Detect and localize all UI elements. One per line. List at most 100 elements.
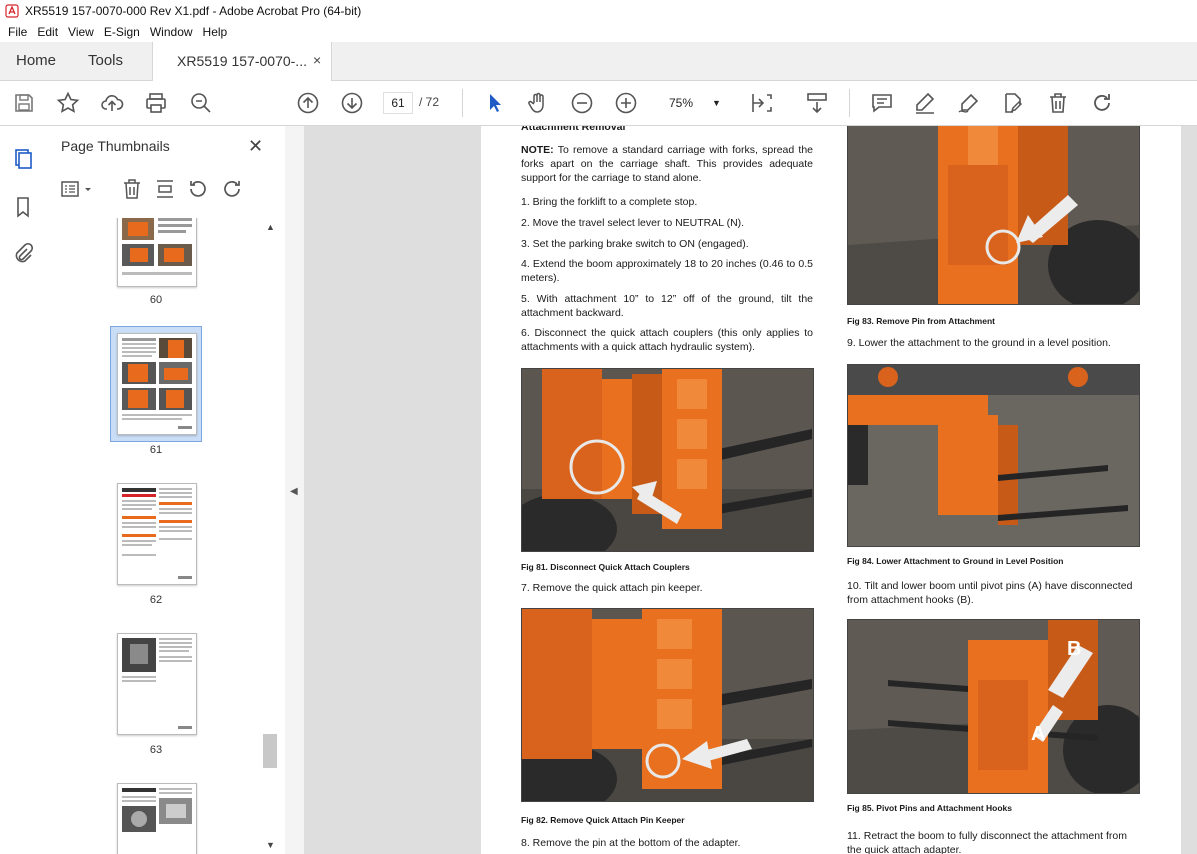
figure-82-caption: Fig 82. Remove Quick Attach Pin Keeper bbox=[521, 815, 685, 825]
pdf-page: Attachment Removal NOTE: To remove a sta… bbox=[481, 126, 1181, 854]
thumbnail-preview bbox=[122, 338, 192, 429]
thumbnail-label: 61 bbox=[149, 444, 163, 456]
thumbnail-label: 62 bbox=[149, 594, 163, 606]
rotate-counterclockwise-icon[interactable] bbox=[187, 178, 209, 200]
note-label: NOTE: bbox=[521, 144, 554, 156]
figure-83-caption: Fig 83. Remove Pin from Attachment bbox=[847, 316, 995, 326]
page-total: / 72 bbox=[419, 95, 440, 109]
previous-page-icon[interactable] bbox=[296, 91, 320, 115]
comment-icon[interactable] bbox=[870, 91, 894, 115]
toolbar-divider bbox=[849, 89, 850, 117]
select-cursor-icon[interactable] bbox=[483, 91, 507, 115]
step-1: 1. Bring the forklift to a complete stop… bbox=[521, 196, 698, 208]
thumbnail-preview bbox=[122, 218, 192, 275]
figure-83-photo bbox=[847, 126, 1140, 305]
zoom-dropdown[interactable]: 75% ▼ bbox=[656, 92, 726, 114]
label-a: A bbox=[1031, 723, 1046, 745]
highlight-pen-icon[interactable] bbox=[913, 91, 937, 115]
tab-tools[interactable]: Tools bbox=[88, 52, 123, 69]
thumbnail-preview bbox=[122, 638, 192, 729]
zoom-value: 75% bbox=[669, 96, 694, 110]
thumbnails-panel: Page Thumbnails ✕ 60 61 62 63 ▲ ▼ bbox=[45, 126, 286, 854]
figure-81-photo bbox=[521, 368, 814, 552]
scroll-up-icon[interactable]: ▲ bbox=[266, 222, 275, 232]
scrollbar-thumb[interactable] bbox=[263, 734, 277, 768]
thumbnail-scrollbar[interactable]: ▲ ▼ bbox=[263, 218, 277, 854]
menu-help[interactable]: Help bbox=[203, 25, 228, 39]
bookmarks-icon[interactable] bbox=[12, 196, 34, 218]
menu-bar: File Edit View E-Sign Window Help bbox=[0, 22, 1197, 42]
step-9: 9. Lower the attachment to the ground in… bbox=[847, 337, 1111, 349]
menu-view[interactable]: View bbox=[68, 25, 94, 39]
tab-home[interactable]: Home bbox=[16, 52, 56, 69]
label-b: B bbox=[1067, 638, 1082, 660]
scroll-mode-icon[interactable] bbox=[805, 91, 829, 115]
figure-85-photo: A B bbox=[847, 619, 1140, 794]
toolbar-divider bbox=[462, 89, 463, 117]
thumbnail-label: 63 bbox=[149, 744, 163, 756]
step-10: 10. Tilt and lower boom until pivot pins… bbox=[847, 580, 1133, 606]
menu-window[interactable]: Window bbox=[150, 25, 193, 39]
step-4: 4. Extend the boom approximately 18 to 2… bbox=[521, 258, 813, 284]
figure-81-caption: Fig 81. Disconnect Quick Attach Couplers bbox=[521, 562, 690, 572]
page-number-input[interactable]: 61 bbox=[383, 92, 413, 114]
rotate-icon[interactable] bbox=[1090, 91, 1114, 115]
figure-84-photo bbox=[847, 364, 1140, 547]
page-thumbnail[interactable] bbox=[117, 218, 197, 287]
attachments-paperclip-icon[interactable] bbox=[12, 242, 34, 264]
edit-pdf-icon[interactable] bbox=[1001, 91, 1025, 115]
step-8: 8. Remove the pin at the bottom of the a… bbox=[521, 837, 741, 849]
page-thumbnails-icon[interactable] bbox=[12, 148, 34, 170]
rotate-clockwise-icon[interactable] bbox=[221, 178, 243, 200]
panel-collapse-strip[interactable]: ◀ bbox=[285, 126, 304, 854]
title-bar: XR5519 157-0070-000 Rev X1.pdf - Adobe A… bbox=[0, 0, 1197, 22]
menu-file[interactable]: File bbox=[8, 25, 27, 39]
window-title: XR5519 157-0070-000 Rev X1.pdf - Adobe A… bbox=[25, 4, 362, 18]
sign-pen-icon[interactable] bbox=[957, 91, 981, 115]
figure-85-caption: Fig 85. Pivot Pins and Attachment Hooks bbox=[847, 803, 1012, 813]
thumbnail-options-icon[interactable] bbox=[61, 178, 95, 200]
page-thumbnail[interactable] bbox=[117, 483, 197, 585]
thumbnail-list: 60 61 62 63 bbox=[45, 218, 263, 854]
figure-82-photo bbox=[521, 608, 814, 802]
main-toolbar: 61 / 72 75% ▼ bbox=[0, 81, 1197, 126]
chevron-down-icon: ▼ bbox=[712, 98, 721, 108]
step-2: 2. Move the travel select lever to NEUTR… bbox=[521, 217, 745, 229]
bookmark-star-icon[interactable] bbox=[56, 91, 80, 115]
step-7: 7. Remove the quick attach pin keeper. bbox=[521, 582, 703, 594]
tab-document-label: XR5519 157-0070-... bbox=[177, 53, 307, 69]
menu-esign[interactable]: E-Sign bbox=[104, 25, 140, 39]
thumbnail-preview bbox=[122, 788, 192, 832]
insert-page-icon[interactable] bbox=[154, 178, 176, 200]
step-3: 3. Set the parking brake switch to ON (e… bbox=[521, 238, 749, 250]
trash-icon[interactable] bbox=[1046, 91, 1070, 115]
page-thumbnail[interactable] bbox=[117, 333, 197, 435]
note-text: To remove a standard carriage with forks… bbox=[521, 144, 814, 184]
figure-84-caption: Fig 84. Lower Attachment to Ground in Le… bbox=[847, 556, 1064, 566]
page-fit-icon[interactable] bbox=[750, 91, 774, 115]
tab-bar: Home Tools XR5519 157-0070-... × bbox=[0, 42, 1197, 81]
thumbnail-label: 60 bbox=[149, 294, 163, 306]
page-thumbnail[interactable] bbox=[117, 783, 197, 854]
print-icon[interactable] bbox=[144, 91, 168, 115]
page-thumbnail[interactable] bbox=[117, 633, 197, 735]
menu-edit[interactable]: Edit bbox=[37, 25, 58, 39]
delete-pages-icon[interactable] bbox=[121, 178, 143, 200]
panel-title: Page Thumbnails bbox=[61, 138, 170, 154]
left-rail bbox=[0, 126, 46, 854]
section-heading: Attachment Removal bbox=[521, 126, 626, 133]
next-page-icon[interactable] bbox=[340, 91, 364, 115]
close-tab-icon[interactable]: × bbox=[313, 52, 321, 68]
close-panel-icon[interactable]: ✕ bbox=[248, 136, 263, 157]
zoom-in-icon[interactable] bbox=[614, 91, 638, 115]
collapse-arrow-icon[interactable]: ◀ bbox=[290, 486, 298, 497]
thumbnail-preview bbox=[122, 488, 192, 579]
scroll-down-icon[interactable]: ▼ bbox=[266, 840, 275, 850]
zoom-search-icon[interactable] bbox=[189, 91, 213, 115]
document-viewer[interactable]: Attachment Removal NOTE: To remove a sta… bbox=[304, 126, 1197, 854]
save-icon[interactable] bbox=[12, 91, 36, 115]
zoom-out-icon[interactable] bbox=[570, 91, 594, 115]
tab-document[interactable]: XR5519 157-0070-... × bbox=[152, 42, 332, 81]
upload-cloud-icon[interactable] bbox=[100, 91, 124, 115]
hand-tool-icon[interactable] bbox=[526, 91, 550, 115]
